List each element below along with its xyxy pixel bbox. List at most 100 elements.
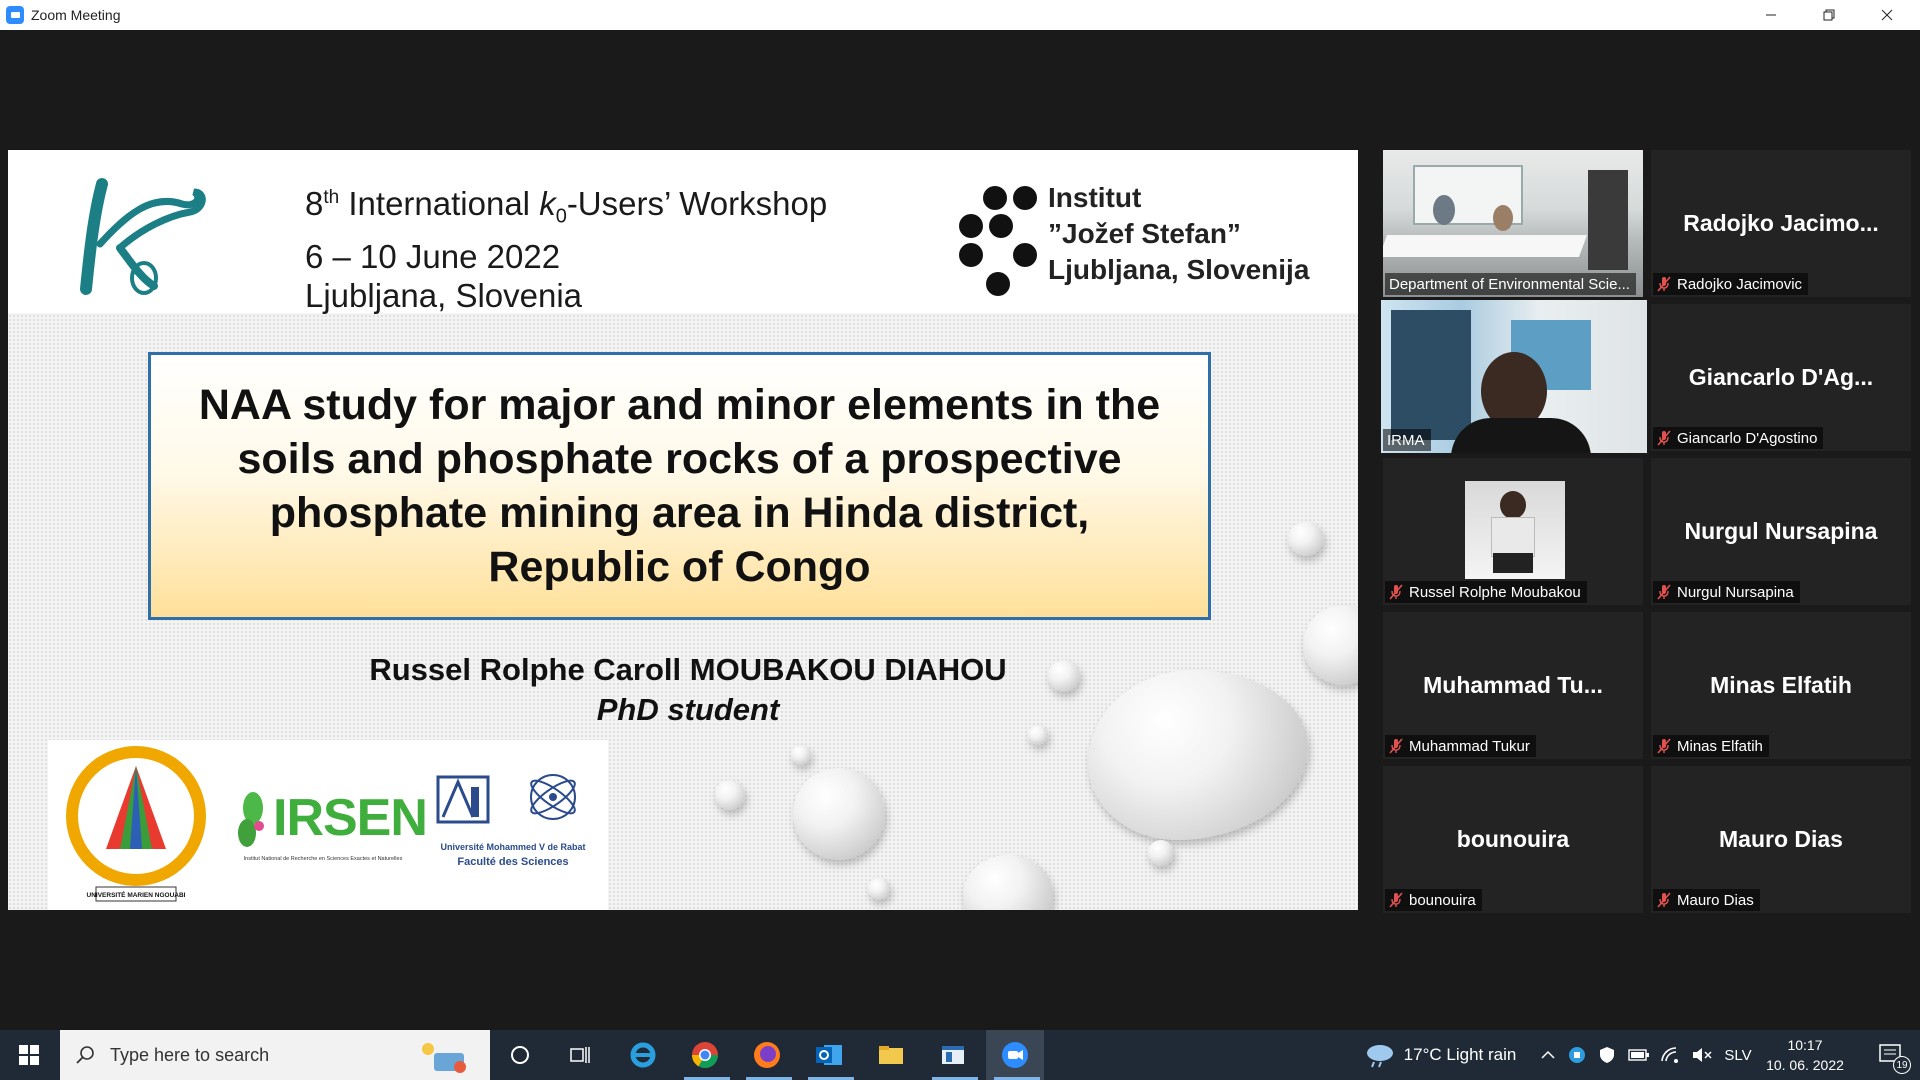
- participant-profile-photo: [1465, 481, 1565, 579]
- participant-tile[interactable]: Minas Elfatih Minas Elfatih: [1651, 612, 1911, 759]
- clock-time: 10:17: [1787, 1037, 1823, 1053]
- university-seal-logo: UNIVERSITÉ MARIEN NGOUABI: [66, 746, 206, 902]
- workshop-name-rest: -Users’ Workshop: [566, 185, 828, 222]
- sponsor-logos: UNIVERSITÉ MARIEN NGOUABI IRSEN Institut…: [48, 740, 608, 910]
- notification-center-button[interactable]: 19: [1866, 1030, 1916, 1080]
- irsen-leaf-icon: [238, 792, 264, 847]
- workshop-number: 8: [305, 185, 324, 222]
- water-drop: [715, 780, 745, 810]
- restore-icon: [1823, 9, 1835, 21]
- workshop-name-part: International: [339, 185, 540, 222]
- task-view-button[interactable]: [554, 1030, 606, 1080]
- umv-logo: Université Mohammed V de Rabat Faculté d…: [428, 762, 598, 872]
- taskbar-app-chrome[interactable]: [676, 1030, 734, 1080]
- taskbar-app-firefox[interactable]: [738, 1030, 796, 1080]
- institute-line1: Institut: [1048, 182, 1142, 213]
- seal-university-text: UNIVERSITÉ MARIEN NGOUABI: [87, 890, 186, 899]
- workshop-k-symbol: k: [539, 185, 556, 222]
- minimize-button[interactable]: [1742, 0, 1800, 30]
- minimize-icon: [1766, 14, 1776, 16]
- notification-count-badge: 19: [1893, 1056, 1911, 1074]
- workshop-ordinal: th: [323, 187, 340, 208]
- cortana-icon: [511, 1046, 529, 1064]
- show-hidden-icons-button[interactable]: [1536, 1030, 1560, 1080]
- water-drop: [963, 855, 1053, 910]
- security-button[interactable]: [1594, 1030, 1620, 1080]
- water-drop: [1028, 725, 1048, 745]
- cortana-button[interactable]: [494, 1030, 546, 1080]
- participant-tile[interactable]: Giancarlo D'Ag... Giancarlo D'Agostino: [1651, 304, 1911, 451]
- mic-muted-icon: [1389, 584, 1403, 600]
- taskbar-app-file-explorer[interactable]: [862, 1030, 920, 1080]
- workshop-dates: 6 – 10 June 2022: [305, 237, 561, 275]
- mic-muted-icon: [1657, 276, 1671, 292]
- irsen-wordmark: IRSEN: [273, 789, 428, 847]
- taskbar-app-edge[interactable]: [614, 1030, 672, 1080]
- search-icon: [76, 1046, 94, 1064]
- participant-tile[interactable]: Russel Rolphe Moubakou: [1383, 458, 1643, 605]
- taskbar-clock[interactable]: 10:17 10. 06. 2022: [1760, 1035, 1850, 1075]
- irsen-subtitle: Institut National de Recherche en Scienc…: [243, 856, 403, 862]
- participant-tile-active-speaker[interactable]: IRMA: [1381, 300, 1647, 453]
- task-view-icon: [570, 1047, 590, 1063]
- water-drop: [1288, 522, 1324, 556]
- water-drop: [793, 768, 885, 860]
- windows-taskbar: Type here to search 17°C Light rain SLV …: [0, 1030, 1920, 1080]
- taskbar-search-box[interactable]: Type here to search: [60, 1030, 490, 1080]
- participant-name-label: Giancarlo D'Agostino: [1653, 427, 1824, 449]
- presenter-name: Russel Rolphe Caroll MOUBAKOU DIAHOU: [369, 652, 1007, 687]
- mic-muted-icon: [1657, 430, 1671, 446]
- weather-text: 17°C Light rain: [1403, 1045, 1517, 1064]
- participant-tile[interactable]: Mauro Dias Mauro Dias: [1651, 766, 1911, 913]
- workshop-info: 8th International k0-Users’ Workshop 6 –…: [305, 178, 827, 315]
- institute-line2: ”Jožef Stefan”: [1048, 218, 1241, 249]
- umv-building-icon: [436, 775, 490, 824]
- rain-cloud-icon: [1366, 1045, 1393, 1068]
- ijs-logo-icon: [959, 186, 1037, 296]
- restore-button[interactable]: [1800, 0, 1858, 30]
- participant-tile[interactable]: Department of Environmental Scie...: [1383, 150, 1643, 297]
- battery-icon: [1628, 1049, 1649, 1061]
- slide-header: 8th International k0-Users’ Workshop 6 –…: [8, 150, 1358, 315]
- tray-app-button[interactable]: [1564, 1030, 1590, 1080]
- water-drop: [1148, 840, 1174, 866]
- taskbar-app-zoom[interactable]: [986, 1030, 1044, 1080]
- taskbar-app-reader[interactable]: [924, 1030, 982, 1080]
- institute-line3: Ljubljana, Slovenija: [1048, 254, 1310, 285]
- weather-widget[interactable]: 17°C Light rain: [1355, 1030, 1525, 1080]
- participant-name-label: bounouira: [1385, 889, 1482, 911]
- participant-tile[interactable]: Nurgul Nursapina Nurgul Nursapina: [1651, 458, 1911, 605]
- chevron-up-icon: [1541, 1050, 1555, 1059]
- water-drop: [1303, 605, 1358, 685]
- start-button[interactable]: [0, 1030, 58, 1080]
- institute-name: Institut ”Jožef Stefan” Ljubljana, Slove…: [1048, 180, 1309, 288]
- firefox-icon: [754, 1042, 780, 1068]
- participant-name-label: Nurgul Nursapina: [1653, 581, 1800, 603]
- close-button[interactable]: [1858, 0, 1916, 30]
- outlook-icon: [816, 1045, 842, 1065]
- network-button[interactable]: [1656, 1030, 1686, 1080]
- participant-name-label: Russel Rolphe Moubakou: [1385, 581, 1587, 603]
- folder-icon: [879, 1046, 903, 1064]
- participant-tile[interactable]: Radojko Jacimo... Radojko Jacimovic: [1651, 150, 1911, 297]
- window-titlebar: Zoom Meeting: [0, 0, 1920, 30]
- taskbar-app-outlook[interactable]: [800, 1030, 858, 1080]
- zoom-icon: [1002, 1042, 1028, 1068]
- water-drop: [868, 878, 890, 900]
- water-drop: [791, 745, 811, 765]
- battery-button[interactable]: [1624, 1030, 1654, 1080]
- wifi-icon: [1661, 1047, 1678, 1063]
- participant-tile[interactable]: bounouira bounouira: [1383, 766, 1643, 913]
- mic-muted-icon: [1389, 738, 1403, 754]
- zoom-app-icon: [6, 6, 24, 24]
- shared-screen-slide: 8th International k0-Users’ Workshop 6 –…: [8, 150, 1358, 910]
- input-language-button[interactable]: SLV: [1718, 1030, 1758, 1080]
- volume-muted-icon: [1693, 1048, 1712, 1062]
- participant-tile[interactable]: Muhammad Tu... Muhammad Tukur: [1383, 612, 1643, 759]
- windows-logo-icon: [19, 1045, 39, 1065]
- volume-button[interactable]: [1688, 1030, 1716, 1080]
- document-viewer-icon: [942, 1046, 964, 1064]
- chrome-icon: [691, 1042, 719, 1069]
- participant-name-label: Department of Environmental Scie...: [1385, 273, 1636, 295]
- umv-university-text: Université Mohammed V de Rabat: [440, 842, 586, 852]
